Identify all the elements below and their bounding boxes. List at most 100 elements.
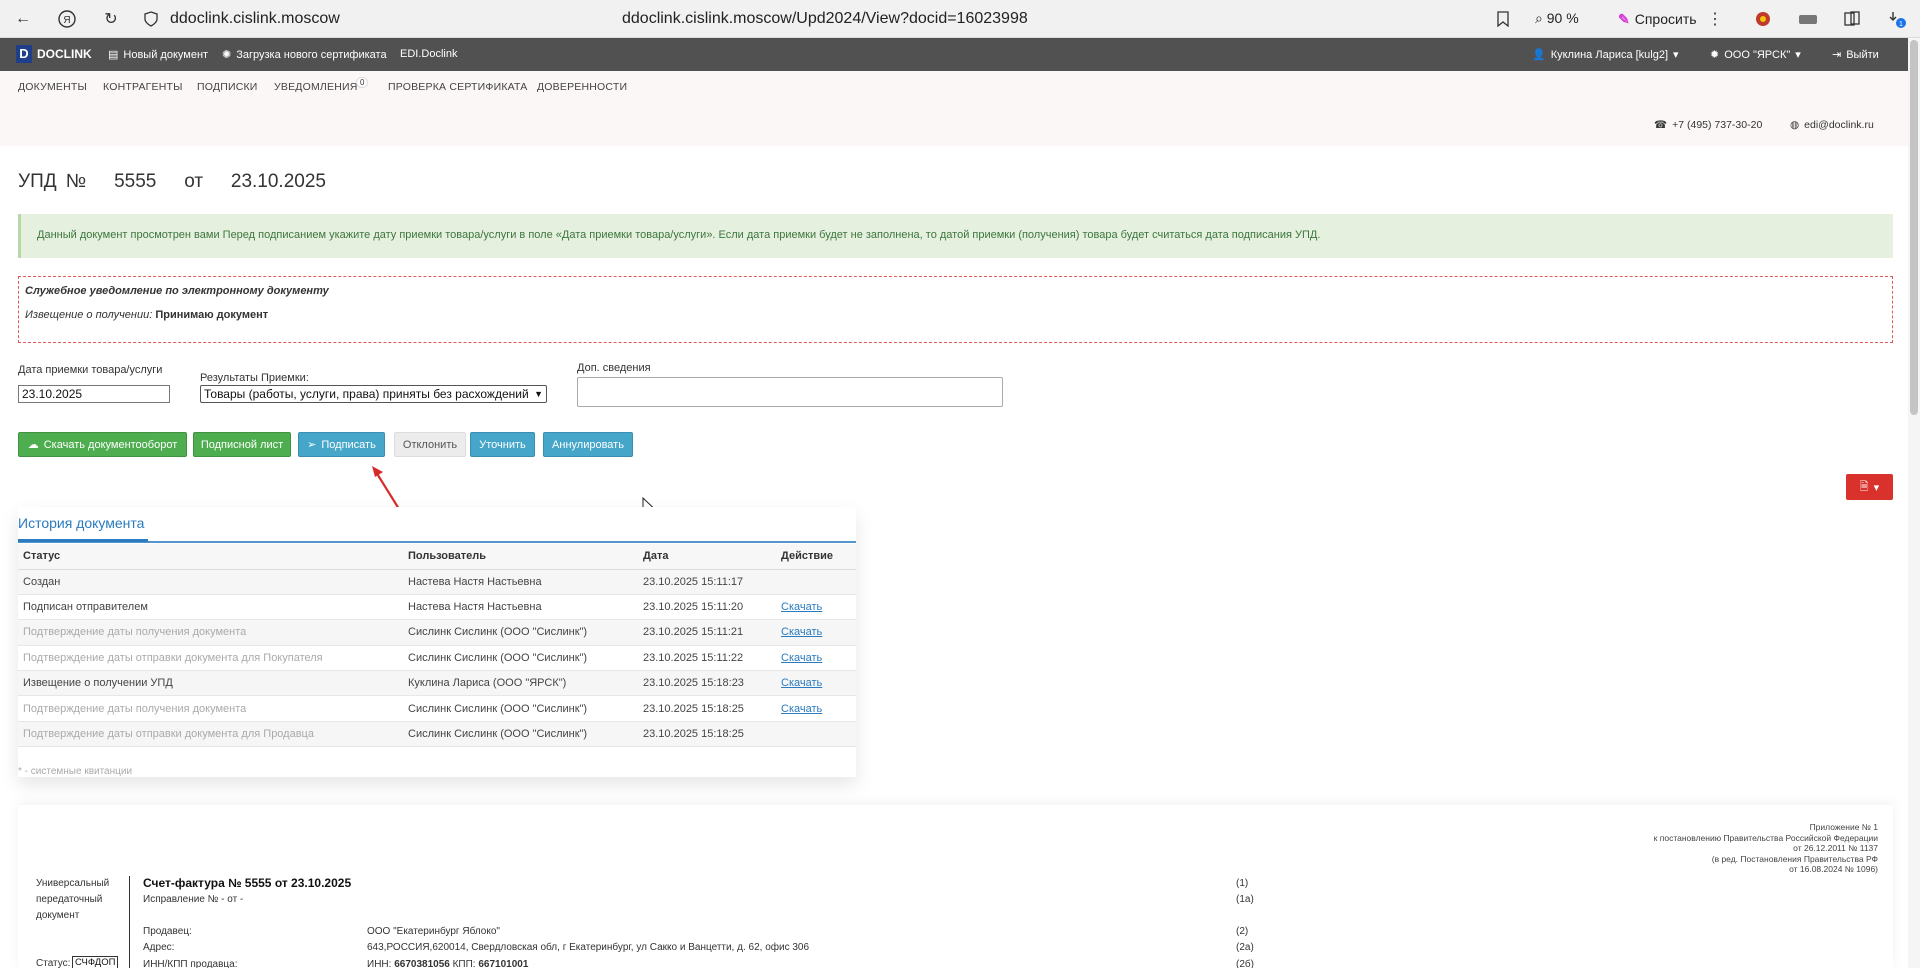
pdf-icon: 🗎 [1859, 480, 1869, 493]
extension-icon-2[interactable] [1797, 8, 1819, 30]
site-info-icon[interactable] [140, 8, 162, 30]
nav-edi[interactable]: EDI.Doclink [400, 48, 457, 60]
support-email[interactable]: ◍ edi@doclink.ru [1790, 119, 1874, 131]
sign-button[interactable]: ➢ Подписать [298, 432, 385, 457]
extra-info-textarea[interactable] [577, 377, 1003, 407]
download-link[interactable]: Скачать [781, 626, 822, 638]
appendix-line: от 16.08.2024 № 1096) [1789, 864, 1878, 874]
ref-number: (2) [1236, 926, 1249, 937]
annul-button[interactable]: Аннулировать [543, 432, 633, 457]
status-label: Статус: [36, 958, 71, 968]
send-icon: ➢ [307, 439, 317, 451]
support-phone: ☎ +7 (495) 737-30-20 [1654, 119, 1762, 131]
download-link[interactable]: Скачать [781, 601, 822, 613]
ref-number: (2б) [1236, 959, 1254, 968]
acceptance-date-input[interactable]: 23.10.2025 [18, 385, 170, 403]
history-table: Статус Пользователь Дата Действие Создан… [18, 544, 856, 748]
row-user: Сислинк Сислинк (ООО "Сислинк") [403, 619, 638, 646]
seller-value: ООО "Екатеринбург Яблоко" [367, 926, 500, 937]
nav-upload-certificate[interactable]: ✺ Загрузка нового сертификата [222, 48, 387, 62]
logout-link[interactable]: ⇥ Выйти [1832, 48, 1879, 62]
row-status: Подтверждение даты получения документа [18, 695, 403, 722]
acceptance-result-select[interactable]: Товары (работы, услуги, права) приняты б… [200, 385, 547, 403]
sign-sheet-button[interactable]: Подписной лист [193, 432, 291, 457]
extension-icon[interactable] [1752, 8, 1774, 30]
tab-certificate-check[interactable]: ПРОВЕРКА СЕРТИФИКАТА [388, 81, 528, 93]
inn-kpp-value: ИНН: 6670381056 КПП: 667101001 [367, 959, 528, 968]
notice-value: Принимаю документ [155, 309, 269, 321]
downloads-icon[interactable]: 1 [1886, 8, 1908, 30]
inn-prefix: ИНН: [367, 959, 392, 968]
download-link[interactable]: Скачать [781, 677, 822, 689]
row-status: Подтверждение даты отправки документа дл… [18, 645, 403, 672]
bookmark-icon[interactable] [1492, 8, 1514, 30]
row-user: Настева Настя Настьевна [403, 594, 638, 621]
chevron-down-icon: ▾ [1673, 49, 1679, 61]
row-date: 23.10.2025 15:11:22 [638, 645, 776, 672]
back-icon[interactable]: ← [12, 8, 34, 30]
clarify-label: Уточнить [479, 438, 526, 451]
collections-icon[interactable] [1841, 8, 1863, 30]
nav-upload-certificate-label: Загрузка нового сертификата [236, 48, 387, 61]
sign-sheet-label: Подписной лист [200, 438, 284, 451]
zoom-level[interactable]: ⌕ 90 % [1535, 10, 1579, 27]
tab-notifications[interactable]: УВЕДОМЛЕНИЯ [274, 81, 358, 93]
org-name: ООО "ЯРСК" [1724, 48, 1791, 61]
row-status: Подтверждение даты получения документа [18, 619, 403, 646]
address-value: 643,РОССИЯ,620014, Свердловская обл, г Е… [367, 942, 810, 953]
phone-text: +7 (495) 737-30-20 [1672, 119, 1763, 131]
chevron-down-icon: ▾ [1873, 481, 1880, 494]
row-action: Скачать [776, 619, 856, 646]
ask-button[interactable]: ✎ Спросить [1610, 7, 1705, 31]
upd-side-line: документ [36, 910, 80, 921]
acceptance-result-value: Товары (работы, услуги, права) приняты б… [204, 387, 529, 401]
pdf-dropdown-button[interactable]: 🗎 ▾ [1846, 474, 1893, 500]
annul-label: Аннулировать [552, 438, 624, 451]
tab-contractors[interactable]: КОНТРАГЕНТЫ [103, 81, 183, 93]
org-menu[interactable]: ✹ ООО "ЯРСК" ▾ [1710, 48, 1801, 62]
appendix-note: Приложение № 1 к постановлению Правитель… [1654, 822, 1878, 875]
user-menu[interactable]: 👤 Куклина Лариса [kulg2] ▾ [1532, 48, 1679, 62]
row-date: 23.10.2025 15:11:20 [638, 594, 776, 621]
address-url[interactable]: ddoclink.cislink.moscow/Upd2024/View?doc… [622, 10, 1028, 28]
table-row: Подтверждение даты получения документа С… [18, 695, 856, 722]
tab-powers-of-attorney[interactable]: ДОВЕРЕННОСТИ [537, 81, 627, 93]
download-link[interactable]: Скачать [781, 652, 822, 664]
appendix-line: к постановлению Правительства Российской… [1653, 832, 1878, 843]
inn-label: ИНН/КПП продавца: [143, 959, 238, 968]
menu-dots-icon[interactable]: ⋮ [1704, 8, 1726, 30]
gear-icon: ✹ [1710, 49, 1720, 61]
nav-new-document[interactable]: ▤ Новый документ [108, 48, 208, 62]
appendix-line: Приложение № 1 [1809, 822, 1878, 832]
tab-documents[interactable]: ДОКУМЕНТЫ [18, 81, 87, 93]
ref-number: (2а) [1236, 942, 1254, 953]
download-flow-button[interactable]: ☁ Скачать документооборот [18, 432, 187, 457]
tab-subscriptions[interactable]: ПОДПИСКИ [197, 81, 258, 93]
ref-number: (1) [1236, 878, 1249, 889]
scrollbar-thumb[interactable] [1910, 40, 1918, 415]
notice-line: Извещение о получении: Принимаю документ [25, 309, 1886, 321]
address-domain[interactable]: ddoclink.cislink.moscow [170, 10, 340, 28]
row-date: 23.10.2025 15:18:25 [638, 721, 776, 748]
table-row: Подтверждение даты получения документа С… [18, 619, 856, 646]
tab-document-history[interactable]: История документа [18, 515, 144, 531]
correction-line: Исправление № - от - [143, 894, 244, 905]
logout-label: Выйти [1846, 48, 1879, 61]
seller-label: Продавец: [143, 926, 192, 937]
chevron-down-icon: ▼ [534, 389, 543, 399]
doclink-logo[interactable]: D DOCLINK [16, 45, 92, 63]
logo-text: DOCLINK [37, 47, 92, 61]
status-value: СЧФДОП [72, 956, 119, 968]
reject-button[interactable]: Отклонить [394, 432, 466, 457]
row-user: Настева Настя Настьевна [403, 569, 638, 595]
download-link[interactable]: Скачать [781, 703, 822, 715]
yandex-icon[interactable]: Я [56, 8, 78, 30]
reload-icon[interactable]: ↻ [100, 8, 122, 30]
row-user: Сислинк Сислинк (ООО "Сислинк") [403, 695, 638, 722]
clarify-button[interactable]: Уточнить [470, 432, 535, 457]
row-status: Подписан отправителем [18, 594, 403, 621]
ai-icon: ✎ [1618, 10, 1630, 27]
col-user: Пользователь [403, 544, 638, 570]
inn-value: 6670381056 [394, 959, 450, 968]
row-date: 23.10.2025 15:11:21 [638, 619, 776, 646]
